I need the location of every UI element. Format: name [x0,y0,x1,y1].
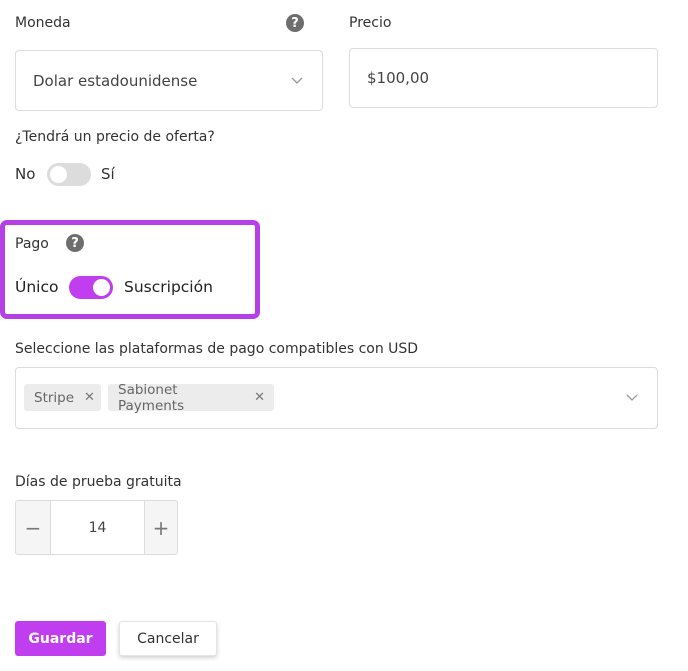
toggle-knob [50,166,67,183]
moneda-label: Moneda [15,15,71,31]
chip-sabionet-payments: Sabionet Payments ✕ [108,381,274,414]
pago-label: Pago [15,236,49,252]
chevron-down-icon [291,77,303,84]
oferta-question: ¿Tendrá un precio de oferta? [15,129,215,145]
chip-stripe: Stripe ✕ [24,384,101,411]
prueba-days-input[interactable]: 14 [50,500,145,555]
moneda-select-value: Dolar estadounidense [33,71,198,90]
oferta-on-label: Sí [101,165,115,183]
cancel-button[interactable]: Cancelar [119,621,217,656]
close-icon[interactable]: ✕ [254,390,274,405]
save-button[interactable]: Guardar [15,621,106,656]
oferta-off-label: No [15,165,36,183]
pago-highlight-box [0,220,260,319]
close-icon[interactable]: ✕ [84,390,104,405]
precio-input[interactable] [349,48,658,108]
plataformas-label: Seleccione las plataformas de pago compa… [15,341,419,357]
prueba-label: Días de prueba gratuita [15,474,182,490]
chip-label: Stripe [34,389,75,406]
precio-label: Precio [349,15,392,31]
pago-left-label: Único [15,278,59,296]
increment-button[interactable]: + [144,500,178,555]
decrement-button[interactable]: − [15,500,51,555]
chevron-down-icon [626,394,638,401]
pago-right-label: Suscripción [124,278,213,296]
question-circle-icon[interactable]: ? [286,14,304,32]
chip-label: Sabionet Payments [118,381,185,414]
question-circle-icon[interactable]: ? [66,234,84,252]
pago-toggle[interactable] [69,276,113,299]
oferta-toggle[interactable] [47,163,91,186]
moneda-select[interactable]: Dolar estadounidense [15,50,323,111]
toggle-knob [93,279,110,296]
